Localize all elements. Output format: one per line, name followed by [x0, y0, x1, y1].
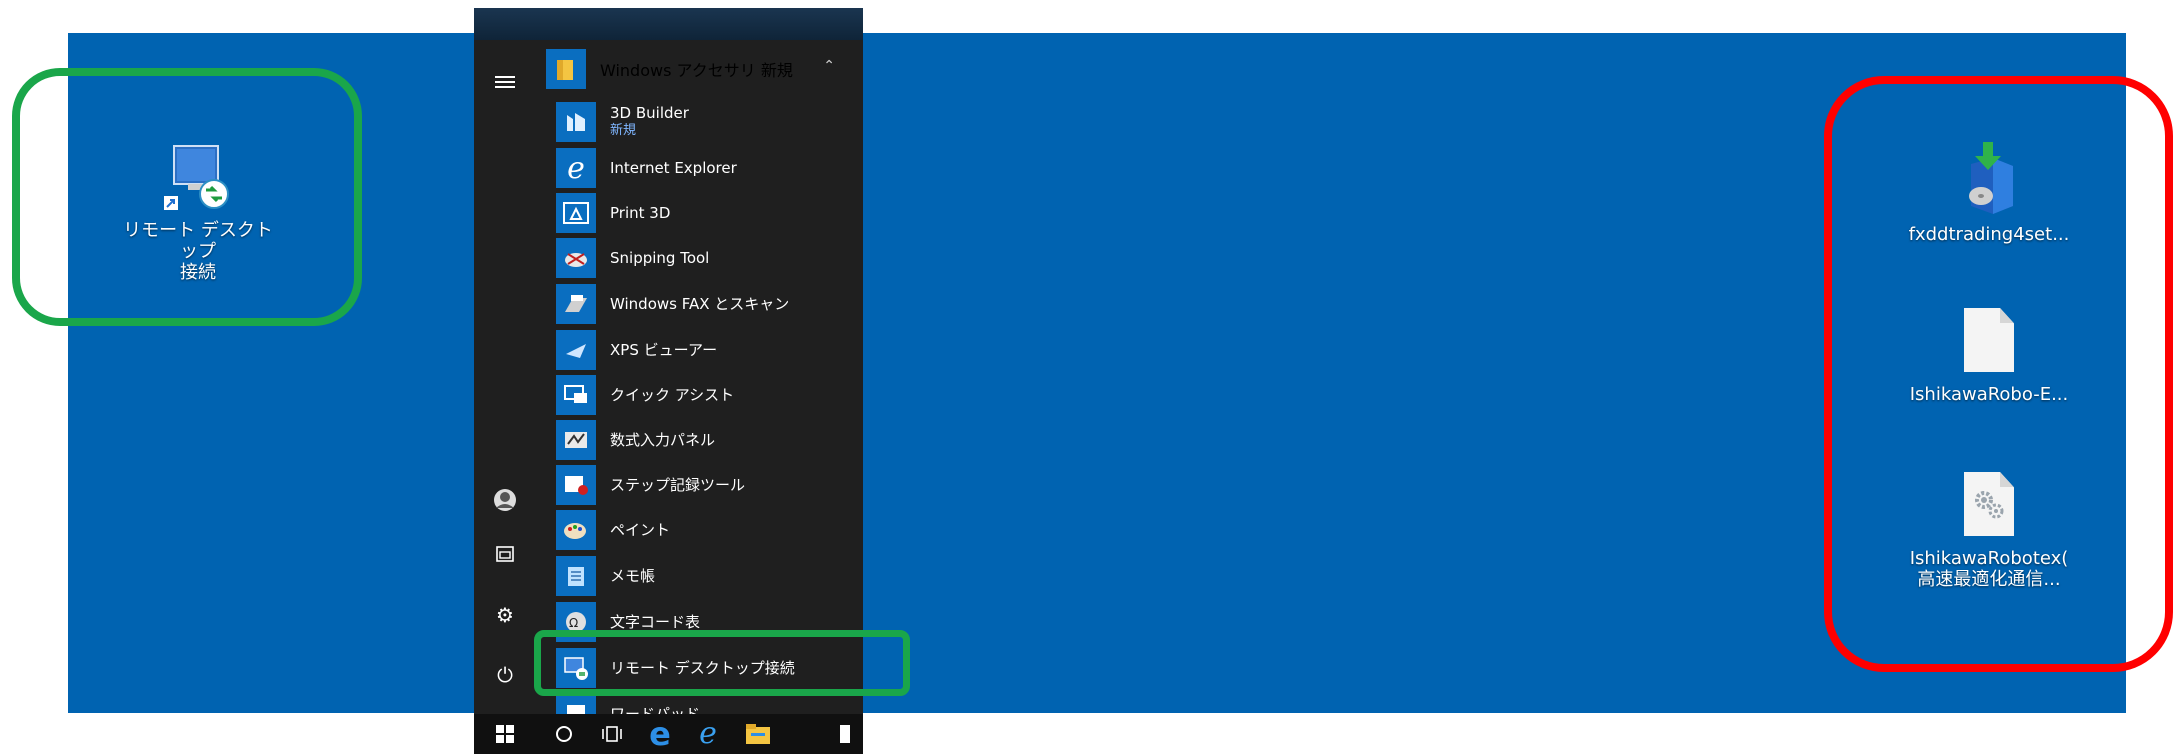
app-item-label: ステップ記録ツール	[610, 476, 746, 494]
folder-icon	[546, 49, 586, 89]
app-item-steps-recorder[interactable]: ステップ記録ツール	[536, 463, 863, 507]
app-item-notepad[interactable]: メモ帳	[536, 554, 863, 598]
print-3d-icon	[556, 193, 596, 233]
svg-text:Ω: Ω	[569, 616, 578, 630]
notepad-icon	[556, 556, 596, 596]
app-item-label: ペイント	[610, 521, 671, 539]
app-item-badge: 新規	[610, 123, 637, 138]
start-menu: ⚙ ⏻ Windows アクセサリ 新規 ⌃ 3D Builder 新規 e I…	[474, 8, 863, 714]
folder-badge: 新規	[760, 61, 793, 80]
app-item-label: ワードパッド	[610, 705, 701, 714]
search-circle-icon[interactable]	[550, 720, 578, 748]
folder-title: Windows アクセサリ	[600, 61, 756, 80]
internet-explorer-icon: e	[556, 148, 596, 188]
windows-start-icon[interactable]	[491, 720, 519, 748]
app-item-quick-assist[interactable]: クイック アシスト	[536, 373, 863, 417]
start-menu-rail: ⚙ ⏻	[474, 40, 536, 714]
app-item-snipping-tool[interactable]: Snipping Tool	[536, 236, 863, 280]
start-menu-app-list: Windows アクセサリ 新規 ⌃ 3D Builder 新規 e Inter…	[536, 40, 863, 714]
math-input-icon	[556, 420, 596, 460]
chevron-up-icon[interactable]: ⌃	[823, 58, 835, 74]
task-view-icon[interactable]	[598, 720, 626, 748]
documents-icon[interactable]	[492, 544, 518, 570]
folder-windows-accessories[interactable]: Windows アクセサリ 新規 ⌃	[536, 40, 863, 98]
start-menu-top-strip	[474, 8, 863, 40]
app-item-label: 3D Builder	[610, 104, 689, 122]
app-item-print-3d[interactable]: Print 3D	[536, 191, 863, 235]
app-item-label: 数式入力パネル	[610, 431, 716, 449]
steps-recorder-icon	[556, 465, 596, 505]
app-item-math-input[interactable]: 数式入力パネル	[536, 418, 863, 462]
edge-browser-icon[interactable]: e	[646, 718, 674, 750]
3d-builder-icon	[556, 102, 596, 142]
app-item-label: Windows FAX とスキャン	[610, 295, 790, 313]
app-item-text: 3D Builder 新規	[610, 104, 689, 140]
app-item-label: メモ帳	[610, 567, 656, 585]
app-item-label: Snipping Tool	[610, 249, 710, 267]
internet-explorer-icon[interactable]: e	[694, 719, 722, 749]
app-item-label: Internet Explorer	[610, 159, 737, 177]
app-item-xps-viewer[interactable]: XPS ビューアー	[536, 328, 863, 372]
app-item-label: クイック アシスト	[610, 386, 735, 404]
folder-text: Windows アクセサリ 新規	[600, 57, 793, 81]
user-avatar-icon[interactable]	[492, 488, 518, 514]
app-item-label: 文字コード表	[610, 613, 701, 631]
app-item-label: XPS ビューアー	[610, 341, 718, 359]
settings-gear-icon[interactable]: ⚙	[492, 602, 518, 628]
taskbar: e e	[474, 714, 863, 754]
fax-scan-icon	[556, 284, 596, 324]
app-item-windows-fax[interactable]: Windows FAX とスキャン	[536, 282, 863, 326]
highlight-ring-right	[1824, 76, 2173, 672]
xps-viewer-icon	[556, 330, 596, 370]
highlight-ring-menu-item	[534, 630, 910, 696]
wordpad-icon	[556, 694, 596, 714]
highlight-ring-left	[12, 68, 362, 326]
store-icon[interactable]	[838, 720, 852, 748]
file-explorer-icon[interactable]	[744, 720, 772, 748]
app-item-internet-explorer[interactable]: e Internet Explorer	[536, 146, 863, 190]
app-item-paint[interactable]: ペイント	[536, 508, 863, 552]
app-item-3d-builder[interactable]: 3D Builder 新規	[536, 100, 863, 144]
power-icon[interactable]: ⏻	[492, 662, 518, 688]
snipping-tool-icon	[556, 238, 596, 278]
paint-icon	[556, 510, 596, 550]
hamburger-menu-icon[interactable]	[492, 70, 518, 96]
app-item-label: Print 3D	[610, 204, 671, 222]
quick-assist-icon	[556, 375, 596, 415]
